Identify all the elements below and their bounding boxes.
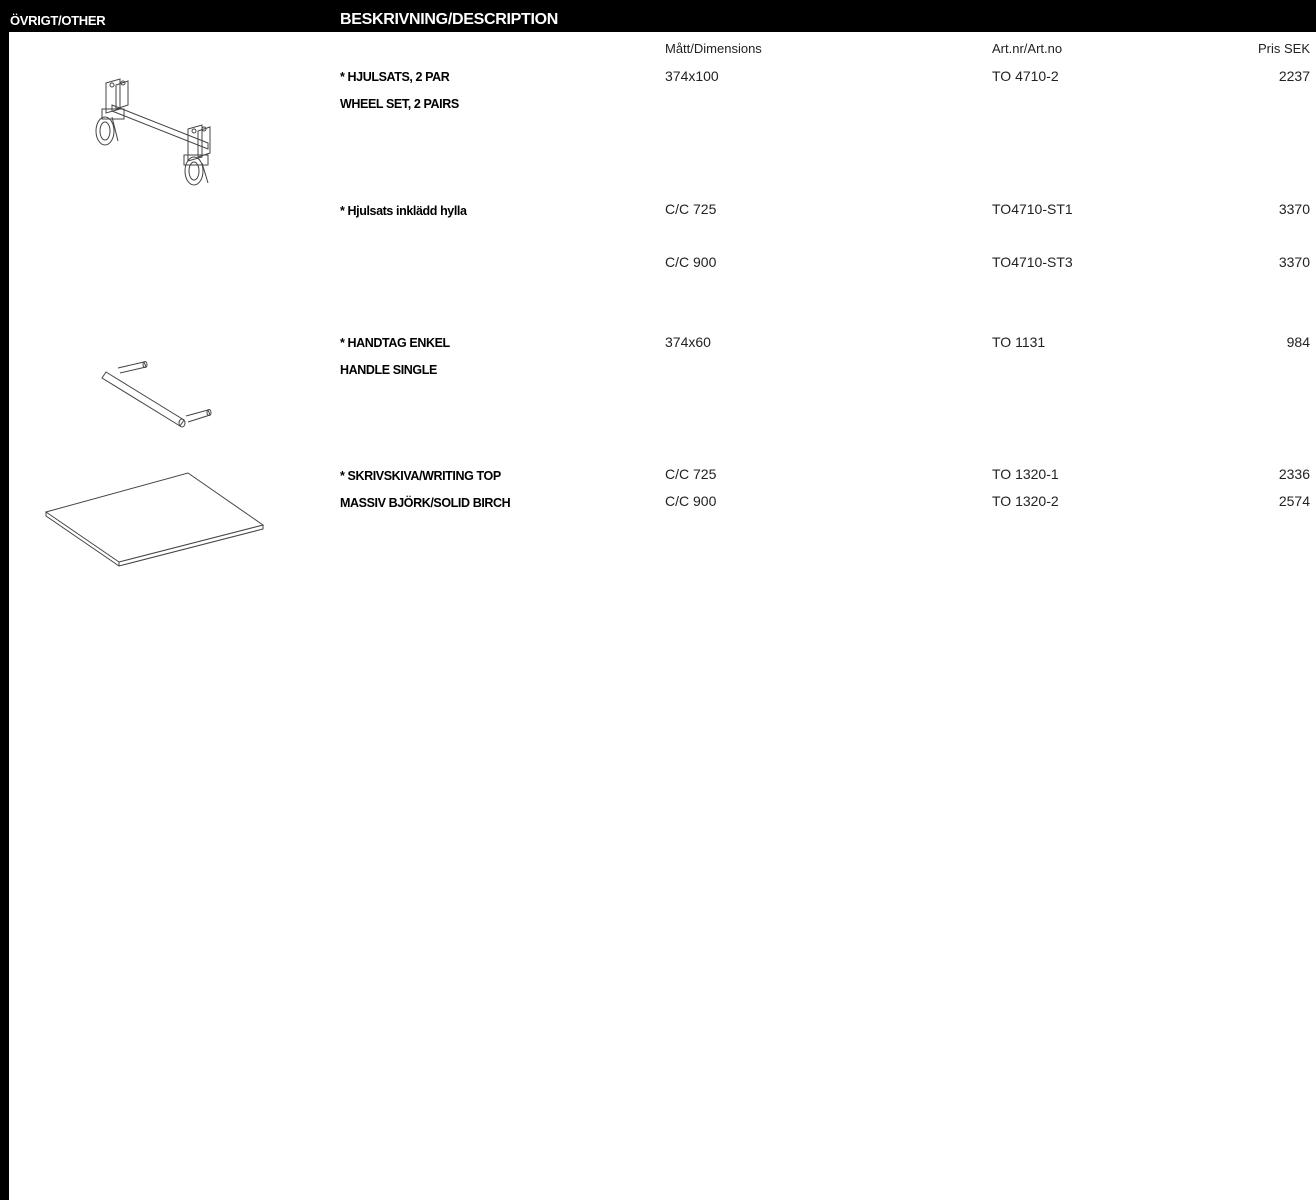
- wheel-set-icon: [90, 75, 225, 190]
- dimension-value: C/C 725: [665, 466, 717, 482]
- article-number: TO 4710-2: [992, 68, 1059, 84]
- price-value: 2574: [1278, 493, 1310, 509]
- price-value: 984: [1286, 334, 1310, 350]
- article-number: TO4710-ST3: [992, 254, 1073, 270]
- price-value: 3370: [1278, 254, 1310, 270]
- article-number: TO 1131: [992, 334, 1046, 350]
- product-name: * SKRIVSKIVA/WRITING TOP: [340, 469, 501, 483]
- product-name: * Hjulsats inklädd hylla: [340, 204, 467, 218]
- description-title: BESKRIVNING/DESCRIPTION: [340, 11, 559, 28]
- price-value: 2237: [1278, 68, 1310, 84]
- handle-icon: [100, 358, 220, 433]
- price-value: 2336: [1278, 466, 1310, 482]
- category-title: ÖVRIGT/OTHER: [10, 13, 106, 28]
- dimension-value: C/C 900: [665, 254, 717, 270]
- product-name-english: HANDLE SINGLE: [340, 363, 437, 377]
- header-bar: ÖVRIGT/OTHER BESKRIVNING/DESCRIPTION: [0, 8, 1316, 32]
- dimension-value: 374x100: [665, 68, 719, 84]
- article-number: TO 1320-2: [992, 493, 1059, 509]
- product-name-english: MASSIV BJÖRK/SOLID BIRCH: [340, 496, 511, 510]
- left-border: [0, 0, 9, 1200]
- product-name: * HJULSATS, 2 PAR: [340, 70, 450, 84]
- column-price: Pris SEK: [1257, 41, 1310, 56]
- price-value: 3370: [1278, 201, 1310, 217]
- writing-top-icon: [42, 470, 267, 568]
- column-article: Art.nr/Art.no: [992, 41, 1063, 56]
- dimension-value: 374x60: [665, 334, 711, 350]
- article-number: TO4710-ST1: [992, 201, 1073, 217]
- article-number: TO 1320-1: [992, 466, 1059, 482]
- column-dimensions: Mått/Dimensions: [665, 41, 762, 56]
- product-name: * HANDTAG ENKEL: [340, 336, 450, 350]
- product-name-english: WHEEL SET, 2 PAIRS: [340, 97, 459, 111]
- dimension-value: C/C 725: [665, 201, 717, 217]
- dimension-value: C/C 900: [665, 493, 717, 509]
- top-border: [0, 0, 1316, 8]
